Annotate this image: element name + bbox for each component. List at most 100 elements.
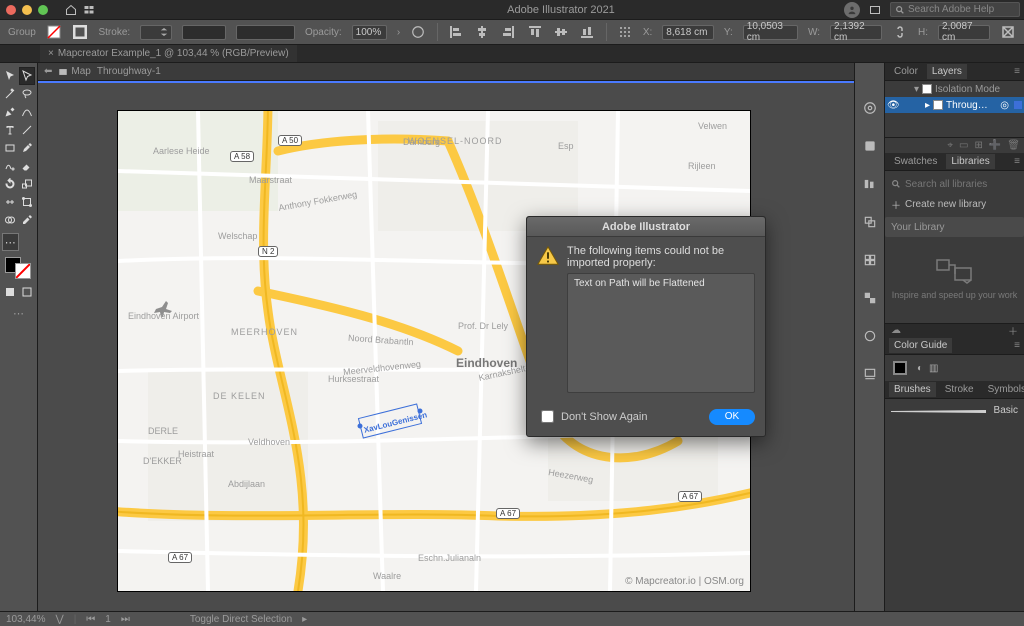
eyedropper-tool[interactable] bbox=[20, 212, 35, 228]
fill-swatch-icon[interactable] bbox=[46, 23, 62, 41]
scale-tool[interactable] bbox=[20, 176, 35, 192]
shape-builder-tool[interactable] bbox=[3, 212, 18, 228]
locate-object-icon[interactable]: ⌖ bbox=[947, 140, 953, 151]
make-clip-icon[interactable]: ▭ bbox=[959, 140, 968, 151]
align-bottom-icon[interactable] bbox=[579, 23, 595, 41]
free-transform-tool[interactable] bbox=[20, 194, 35, 210]
w-input[interactable]: 2,1392 cm bbox=[830, 25, 882, 40]
transform-panel-icon[interactable] bbox=[861, 251, 879, 269]
type-tool[interactable] bbox=[3, 122, 18, 138]
user-avatar[interactable] bbox=[844, 2, 860, 18]
cc-lib-panel-icon[interactable] bbox=[861, 137, 879, 155]
close-window-button[interactable] bbox=[6, 5, 16, 15]
tab-symbols[interactable]: Symbols bbox=[983, 382, 1024, 397]
new-sublayer-icon[interactable]: ⊞ bbox=[974, 140, 982, 151]
selected-text-on-path[interactable]: XavLouGenissen bbox=[363, 410, 428, 434]
rotate-tool[interactable] bbox=[3, 176, 18, 192]
help-search-input[interactable]: Search Adobe Help bbox=[890, 2, 1020, 17]
maximize-window-button[interactable] bbox=[38, 5, 48, 15]
tab-brushes[interactable]: Brushes bbox=[889, 382, 936, 397]
canvas[interactable]: Aarlese Heide MEERHOVEN DE KELEN DERLE D… bbox=[38, 83, 854, 611]
libraries-search-input[interactable]: Search all libraries bbox=[891, 175, 1018, 193]
eraser-tool[interactable] bbox=[20, 158, 35, 174]
zoom-stepper-icon[interactable]: ⋁ bbox=[55, 614, 63, 625]
h-input[interactable]: 2,0087 cm bbox=[938, 25, 990, 40]
pathfinder-panel-icon[interactable] bbox=[861, 213, 879, 231]
line-tool[interactable] bbox=[20, 122, 35, 138]
document-tab[interactable]: × Mapcreator Example_1 @ 103,44 % (RGB/P… bbox=[40, 45, 297, 62]
fill-stroke-swatch[interactable] bbox=[5, 257, 33, 281]
status-menu-icon[interactable]: ▸ bbox=[302, 614, 307, 625]
toolbox-more[interactable]: ⋯ bbox=[13, 307, 24, 320]
stroke-weight-input[interactable] bbox=[140, 25, 172, 40]
rectangle-tool[interactable] bbox=[3, 140, 18, 156]
home-icon[interactable] bbox=[62, 1, 80, 19]
add-content-icon[interactable]: ＋ bbox=[1008, 323, 1018, 338]
tab-colorguide[interactable]: Color Guide bbox=[889, 338, 952, 353]
close-tab-icon[interactable]: × bbox=[48, 48, 54, 59]
breadcrumb-back-icon[interactable]: ⬅ bbox=[44, 66, 52, 77]
align-top-icon[interactable] bbox=[527, 23, 543, 41]
properties-panel-icon[interactable] bbox=[861, 99, 879, 117]
align-hcenter-icon[interactable] bbox=[474, 23, 490, 41]
edit-toolbar-button[interactable]: ⋯ bbox=[3, 234, 18, 250]
your-library-row[interactable]: Your Library bbox=[885, 217, 1024, 237]
align-panel-icon[interactable] bbox=[861, 175, 879, 193]
transparency-panel-icon[interactable] bbox=[861, 289, 879, 307]
x-input[interactable]: 8,618 cm bbox=[662, 25, 714, 40]
artboard-number[interactable]: 1 bbox=[105, 614, 111, 625]
zoom-level[interactable]: 103,44% bbox=[6, 614, 45, 625]
tab-layers[interactable]: Layers bbox=[927, 64, 967, 79]
layer-row-isolation[interactable]: ▾ Isolation Mode bbox=[885, 81, 1024, 97]
harmony-icon[interactable]: ◐ bbox=[917, 363, 923, 374]
dialog-ok-button[interactable]: OK bbox=[709, 409, 755, 425]
visibility-icon[interactable]: 👁 bbox=[887, 100, 899, 111]
direct-selection-tool[interactable] bbox=[20, 68, 35, 84]
tab-libraries[interactable]: Libraries bbox=[946, 154, 994, 169]
y-input[interactable]: 10,0503 cm bbox=[743, 25, 798, 40]
minimize-window-button[interactable] bbox=[22, 5, 32, 15]
vprofile-input[interactable] bbox=[182, 25, 226, 40]
new-layer-icon[interactable]: ➕ bbox=[989, 140, 1001, 151]
shaper-tool[interactable] bbox=[3, 158, 18, 174]
arrange-docs-icon[interactable] bbox=[80, 1, 98, 19]
arrange-windows-icon[interactable] bbox=[866, 1, 884, 19]
asset-export-panel-icon[interactable] bbox=[861, 365, 879, 383]
opacity-input[interactable]: 100% bbox=[352, 25, 387, 40]
appearance-panel-icon[interactable] bbox=[861, 327, 879, 345]
breadcrumb-sub[interactable]: Throughway-1 bbox=[97, 66, 161, 77]
draw-behind-icon[interactable] bbox=[20, 284, 35, 300]
curvature-tool[interactable] bbox=[20, 104, 35, 120]
panel-menu-icon[interactable]: ≡ bbox=[1014, 156, 1020, 167]
harmony-menu-icon[interactable]: ▥ bbox=[929, 363, 938, 374]
pen-tool[interactable] bbox=[3, 104, 18, 120]
constrain-icon[interactable] bbox=[892, 23, 908, 41]
panel-menu-icon[interactable]: ≡ bbox=[1014, 66, 1020, 77]
create-library-button[interactable]: ＋ Create new library bbox=[891, 193, 1018, 215]
layer-row-selected[interactable]: 👁 ▸ Throug… ◎ bbox=[885, 97, 1024, 113]
breadcrumb-root[interactable]: Map bbox=[58, 66, 90, 77]
tab-color[interactable]: Color bbox=[889, 64, 923, 79]
magic-wand-tool[interactable] bbox=[3, 86, 18, 102]
align-right-icon[interactable] bbox=[500, 23, 516, 41]
lasso-tool[interactable] bbox=[20, 86, 35, 102]
dont-show-again-checkbox[interactable]: Don't Show Again bbox=[537, 407, 648, 426]
delete-layer-icon[interactable]: 🗑 bbox=[1007, 140, 1020, 151]
width-tool[interactable] bbox=[3, 194, 18, 210]
transform-ref-icon[interactable] bbox=[616, 23, 632, 41]
draw-normal-icon[interactable] bbox=[3, 284, 18, 300]
align-left-icon[interactable] bbox=[448, 23, 464, 41]
shape-props-icon[interactable] bbox=[1000, 23, 1016, 41]
artboard-nav-next-icon[interactable]: ⏭ bbox=[121, 614, 130, 625]
cloud-sync-icon[interactable]: ☁ bbox=[891, 325, 901, 336]
panel-menu-icon[interactable]: ≡ bbox=[1014, 340, 1020, 351]
brush-def-input[interactable] bbox=[236, 25, 295, 40]
brush-basic-row[interactable]: Basic bbox=[889, 403, 1020, 421]
target-icon[interactable]: ◎ bbox=[1000, 100, 1009, 111]
recolor-icon[interactable] bbox=[410, 23, 426, 41]
selection-tool[interactable] bbox=[3, 68, 18, 84]
base-color-swatch[interactable] bbox=[893, 361, 907, 375]
tab-stroke[interactable]: Stroke bbox=[940, 382, 979, 397]
align-vcenter-icon[interactable] bbox=[553, 23, 569, 41]
stroke-swatch-icon[interactable] bbox=[72, 23, 88, 41]
